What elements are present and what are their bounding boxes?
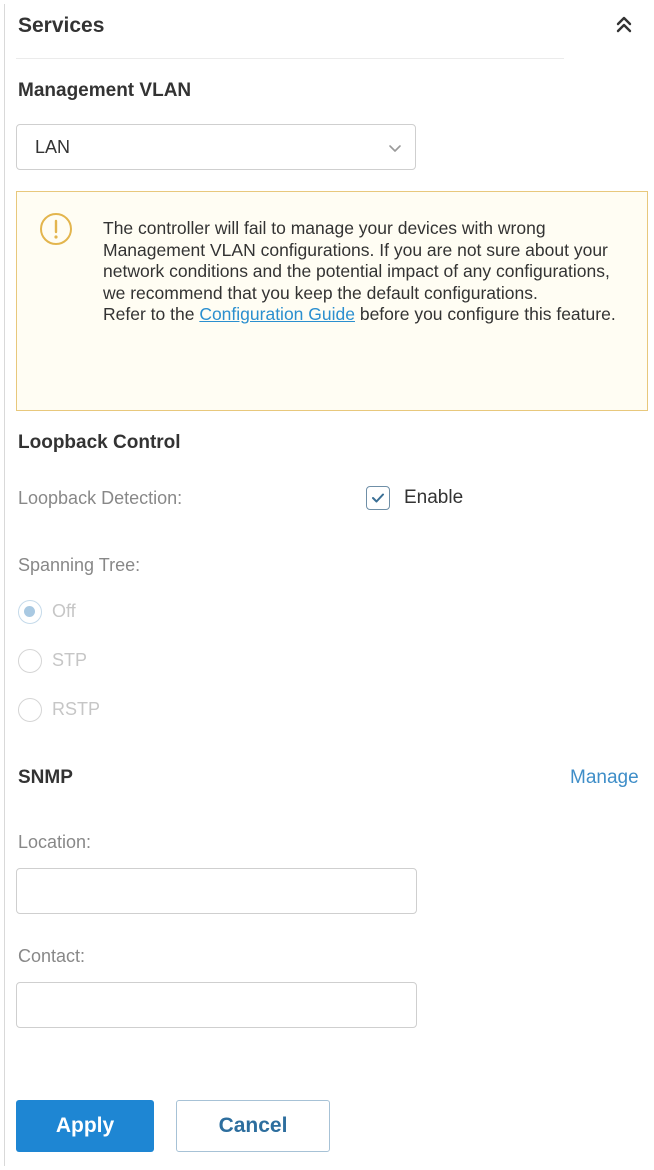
section-title: Services (18, 14, 105, 37)
management-vlan-title: Management VLAN (18, 80, 192, 101)
radio-label-stp: STP (52, 650, 88, 670)
warning-message: The controller will fail to manage your … (103, 218, 633, 326)
configuration-guide-link[interactable]: Configuration Guide (199, 304, 355, 324)
header-divider (16, 58, 564, 59)
loopback-enable-checkbox[interactable] (366, 486, 390, 510)
warning-box: The controller will fail to manage your … (16, 191, 648, 411)
contact-input[interactable] (16, 982, 417, 1028)
chevron-down-icon (389, 145, 401, 152)
cancel-button[interactable]: Cancel (176, 1100, 330, 1152)
double-chevron-up-icon[interactable] (612, 12, 636, 36)
location-label: Location: (18, 832, 92, 852)
location-input[interactable] (16, 868, 417, 914)
radio-label-off: Off (52, 601, 76, 621)
loopback-detection-label: Loopback Detection: (18, 488, 183, 508)
management-vlan-value: LAN (35, 137, 71, 157)
radio-button[interactable] (18, 698, 42, 722)
loopback-control-title: Loopback Control (18, 432, 181, 453)
warning-icon (40, 213, 72, 245)
warning-refer-prefix: Refer to the (103, 304, 200, 324)
warning-refer-suffix: before you configure this feature. (354, 304, 616, 324)
warning-text-refer: Refer to the Configuration Guide before … (103, 304, 633, 326)
apply-button[interactable]: Apply (16, 1100, 154, 1152)
loopback-enable-label: Enable (404, 487, 464, 508)
contact-label: Contact: (18, 946, 86, 966)
radio-button[interactable] (18, 600, 42, 624)
spanning-tree-label: Spanning Tree: (18, 555, 141, 575)
checkmark-icon (372, 493, 384, 503)
snmp-manage-link[interactable]: Manage (570, 767, 639, 789)
warning-text-main: The controller will fail to manage your … (103, 218, 610, 303)
management-vlan-select[interactable]: LAN (16, 124, 416, 170)
radio-button[interactable] (18, 649, 42, 673)
radio-label-rstp: RSTP (52, 699, 101, 719)
snmp-title: SNMP (18, 767, 73, 788)
